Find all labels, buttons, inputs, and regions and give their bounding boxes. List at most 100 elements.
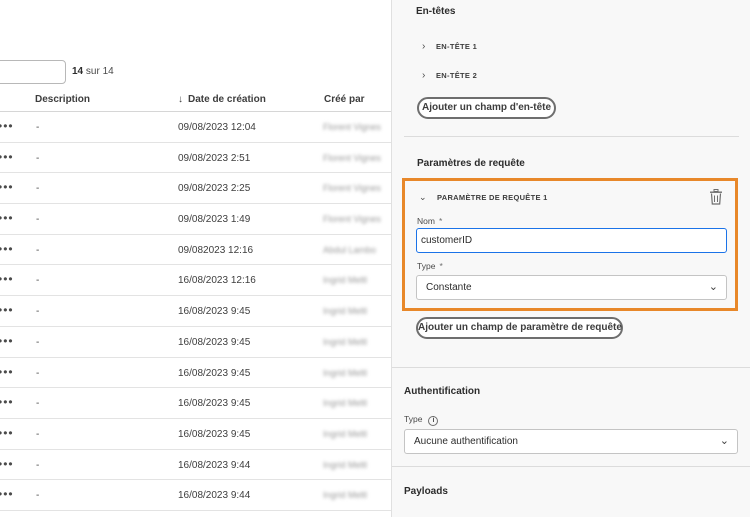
- row-created-by: Florent Vignes: [323, 152, 381, 163]
- param-type-select[interactable]: Constante ⌄: [416, 275, 727, 300]
- search-input[interactable]: [0, 60, 66, 84]
- query-param-title: PARAMÈTRE DE REQUÊTE 1: [437, 193, 548, 202]
- row-created-date: 16/08/2023 9:45: [178, 428, 251, 440]
- more-actions-icon[interactable]: •••: [0, 243, 14, 255]
- more-actions-icon[interactable]: •••: [0, 396, 14, 408]
- row-created-by: Florent Vignes: [323, 214, 381, 225]
- row-created-date: 16/08/2023 9:44: [178, 490, 251, 502]
- row-created-date: 16/08/2023 9:45: [178, 306, 251, 318]
- row-created-by: Florent Vignes: [323, 122, 381, 132]
- row-created-date: 09/082023 12:16: [178, 244, 254, 256]
- table-row[interactable]: ••• - 09/08/2023 12:04 Florent Vignes: [0, 112, 391, 143]
- info-icon[interactable]: i: [428, 416, 439, 426]
- row-created-date: 09/08/2023 2:25: [178, 183, 251, 195]
- row-created-by: Ingrid Meltl: [323, 398, 368, 409]
- name-field-label-text: Nom: [417, 216, 435, 226]
- result-count-number: 14: [72, 66, 84, 77]
- row-created-date: 16/08/2023 12:16: [178, 275, 256, 287]
- more-actions-icon[interactable]: •••: [0, 181, 14, 193]
- row-description: -: [36, 367, 40, 379]
- more-actions-icon[interactable]: •••: [0, 212, 14, 224]
- header-item-2-label: EN-TÊTE 2: [436, 71, 478, 80]
- row-created-date: 09/08/2023 12:04: [178, 122, 256, 133]
- auth-type-select[interactable]: Aucune authentification ⌄: [404, 429, 738, 454]
- name-field-label: Nom *: [417, 216, 442, 226]
- more-actions-icon[interactable]: •••: [0, 304, 14, 316]
- column-header-created-date[interactable]: ↓ Date de création: [178, 94, 266, 105]
- add-query-param-button[interactable]: Ajouter un champ de paramètre de requête: [416, 317, 623, 339]
- row-created-date: 09/08/2023 2:51: [178, 152, 251, 164]
- row-description: -: [36, 275, 40, 287]
- table-row[interactable]: ••• - 16/08/2023 9:44 Ingrid Meltl: [0, 450, 391, 481]
- table-row[interactable]: ••• - 16/08/2023 9:45 Ingrid Meltl: [0, 296, 391, 327]
- result-count: 14 sur 14: [72, 66, 114, 77]
- trash-icon[interactable]: [709, 189, 723, 205]
- header-item-1[interactable]: › EN-TÊTE 1: [422, 41, 477, 52]
- row-created-date: 16/08/2023 9:45: [178, 367, 251, 379]
- table-row[interactable]: ••• - 16/08/2023 9:44 Ingrid Meltl: [0, 480, 391, 511]
- type-field-label-text: Type: [417, 261, 436, 271]
- table-header: Description ↓ Date de création Créé par: [0, 86, 391, 112]
- header-item-1-label: EN-TÊTE 1: [436, 42, 478, 51]
- add-header-button[interactable]: Ajouter un champ d'en-tête: [417, 97, 556, 119]
- table-row[interactable]: ••• - 16/08/2023 12:16 Ingrid Meltl: [0, 265, 391, 297]
- row-created-by: Abdul Lambo: [323, 244, 377, 255]
- row-created-by: Ingrid Meltl: [323, 459, 368, 470]
- row-created-by: Ingrid Meltl: [323, 428, 368, 439]
- table-row[interactable]: ••• - 09/08/2023 1:49 Florent Vignes: [0, 204, 391, 235]
- required-indicator: *: [439, 261, 443, 271]
- chevron-down-icon: ⌄: [708, 281, 718, 293]
- more-actions-icon[interactable]: •••: [0, 151, 14, 163]
- row-description: -: [36, 490, 40, 502]
- row-description: -: [36, 244, 40, 256]
- more-actions-icon[interactable]: •••: [0, 273, 14, 285]
- query-param-header[interactable]: ⌄ PARAMÈTRE DE REQUÊTE 1: [419, 192, 548, 203]
- more-actions-icon[interactable]: •••: [0, 488, 14, 500]
- row-description: -: [36, 398, 40, 410]
- more-actions-icon[interactable]: •••: [0, 458, 14, 470]
- table-row[interactable]: ••• - 09/08/2023 2:25 Florent Vignes: [0, 173, 391, 205]
- table-row[interactable]: ••• - 16/08/2023 9:45 Ingrid Meltl: [0, 327, 391, 358]
- results-table-panel: 14 sur 14 Description ↓ Date de création …: [0, 0, 391, 517]
- column-header-created-date-label: Date de création: [188, 94, 266, 105]
- row-created-by: Ingrid Meltl: [323, 490, 368, 501]
- header-item-2[interactable]: › EN-TÊTE 2: [422, 70, 477, 81]
- table-row[interactable]: ••• - 16/08/2023 9:45 Ingrid Meltl: [0, 358, 391, 389]
- query-param-card: ⌄PARAMÈTRE DE REQUÊTE 1 Nom* Type* Const…: [402, 178, 738, 311]
- app-window: 14 sur 14 Description ↓ Date de création …: [0, 0, 750, 517]
- table-row[interactable]: ••• - 09/08/2023 2:51 Florent Vignes: [0, 143, 391, 174]
- row-description: -: [36, 336, 40, 348]
- sort-descending-icon: ↓: [178, 94, 183, 105]
- headers-section-title: En-têtes: [416, 6, 456, 17]
- more-actions-icon[interactable]: •••: [0, 366, 14, 378]
- column-header-created-by[interactable]: Créé par: [324, 94, 365, 105]
- table-row[interactable]: ••• - 16/08/2023 9:45 Ingrid Meltl: [0, 388, 391, 419]
- chevron-down-icon: ⌄: [419, 192, 427, 202]
- param-type-value: Constante: [426, 282, 472, 293]
- section-divider: [404, 136, 739, 137]
- table-row[interactable]: ••• - 09/082023 12:16 Abdul Lambo: [0, 235, 391, 266]
- more-actions-icon[interactable]: •••: [0, 427, 14, 439]
- row-description: -: [36, 183, 40, 195]
- row-created-by: Ingrid Meltl: [323, 336, 368, 347]
- auth-type-label-text: Type: [404, 414, 423, 424]
- required-indicator: *: [438, 216, 443, 226]
- row-description: -: [36, 459, 40, 471]
- section-divider: [392, 466, 750, 467]
- table-row[interactable]: ••• - 16/08/2023 9:45 Ingrid Meltl: [0, 419, 391, 450]
- more-actions-icon[interactable]: •••: [0, 120, 14, 132]
- row-description: -: [36, 122, 40, 133]
- row-description: -: [36, 214, 40, 226]
- query-params-section-title: Paramètres de requête: [417, 158, 525, 169]
- column-header-description[interactable]: Description: [35, 94, 90, 105]
- row-created-date: 09/08/2023 1:49: [178, 214, 251, 226]
- more-actions-icon[interactable]: •••: [0, 335, 14, 347]
- row-created-date: 16/08/2023 9:44: [178, 459, 251, 471]
- chevron-right-icon: ›: [422, 41, 426, 52]
- section-divider: [392, 367, 750, 368]
- row-description: -: [36, 152, 40, 164]
- row-description: -: [36, 306, 40, 318]
- row-description: -: [36, 428, 40, 440]
- param-name-field[interactable]: [416, 228, 727, 253]
- row-created-by: Ingrid Meltl: [323, 275, 368, 286]
